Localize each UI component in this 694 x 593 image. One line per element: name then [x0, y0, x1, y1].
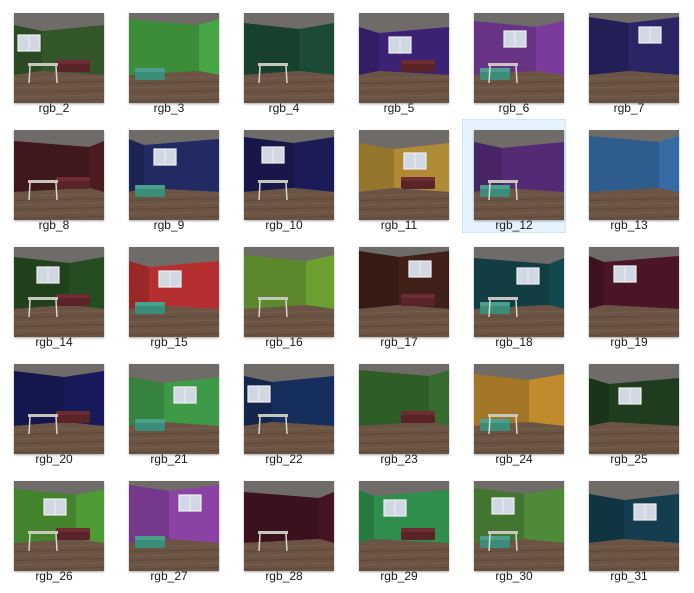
file-item[interactable]: rgb_21: [117, 353, 221, 467]
image-thumbnail[interactable]: [14, 130, 104, 220]
image-thumbnail[interactable]: [589, 13, 679, 103]
image-thumbnail[interactable]: [129, 130, 219, 220]
image-thumbnail[interactable]: [474, 13, 564, 103]
file-item[interactable]: rgb_3: [117, 2, 221, 116]
image-thumbnail[interactable]: [14, 13, 104, 103]
file-item[interactable]: rgb_12: [462, 119, 566, 233]
file-item[interactable]: rgb_27: [117, 470, 221, 584]
file-name-label[interactable]: rgb_16: [232, 335, 336, 349]
image-thumbnail[interactable]: [244, 130, 334, 220]
file-name-label[interactable]: rgb_17: [347, 335, 451, 349]
file-name-label[interactable]: rgb_5: [347, 101, 451, 115]
image-thumbnail[interactable]: [359, 481, 449, 571]
file-name-label[interactable]: rgb_22: [232, 452, 336, 466]
file-name-label[interactable]: rgb_18: [462, 335, 566, 349]
file-item[interactable]: rgb_6: [462, 2, 566, 116]
file-item[interactable]: rgb_14: [2, 236, 106, 350]
file-item[interactable]: rgb_28: [232, 470, 336, 584]
file-name-label[interactable]: rgb_9: [117, 218, 221, 232]
image-thumbnail[interactable]: [359, 247, 449, 337]
file-item[interactable]: rgb_19: [577, 236, 681, 350]
file-name-label[interactable]: rgb_23: [347, 452, 451, 466]
file-name-label[interactable]: rgb_7: [577, 101, 681, 115]
image-thumbnail[interactable]: [589, 481, 679, 571]
file-name-label[interactable]: rgb_24: [462, 452, 566, 466]
file-item[interactable]: rgb_4: [232, 2, 336, 116]
image-thumbnail[interactable]: [244, 364, 334, 454]
file-item[interactable]: rgb_26: [2, 470, 106, 584]
file-item[interactable]: rgb_13: [577, 119, 681, 233]
file-item[interactable]: rgb_23: [347, 353, 451, 467]
file-item[interactable]: rgb_11: [347, 119, 451, 233]
file-item[interactable]: rgb_22: [232, 353, 336, 467]
image-thumbnail[interactable]: [359, 364, 449, 454]
file-name-label[interactable]: rgb_25: [577, 452, 681, 466]
image-thumbnail[interactable]: [474, 247, 564, 337]
file-item[interactable]: rgb_29: [347, 470, 451, 584]
file-name-label[interactable]: rgb_31: [577, 569, 681, 583]
file-item[interactable]: rgb_31: [577, 470, 681, 584]
file-name-label[interactable]: rgb_26: [2, 569, 106, 583]
file-name-label[interactable]: rgb_20: [2, 452, 106, 466]
file-name-label[interactable]: rgb_4: [232, 101, 336, 115]
file-item[interactable]: rgb_25: [577, 353, 681, 467]
image-thumbnail[interactable]: [129, 364, 219, 454]
image-thumbnail[interactable]: [129, 13, 219, 103]
file-item[interactable]: rgb_20: [2, 353, 106, 467]
image-thumbnail[interactable]: [14, 247, 104, 337]
file-name-label[interactable]: rgb_2: [2, 101, 106, 115]
image-thumbnail[interactable]: [359, 13, 449, 103]
image-thumbnail[interactable]: [14, 364, 104, 454]
image-thumbnail[interactable]: [589, 130, 679, 220]
image-thumbnail[interactable]: [244, 481, 334, 571]
image-thumbnail[interactable]: [474, 130, 564, 220]
file-item[interactable]: rgb_17: [347, 236, 451, 350]
file-item[interactable]: rgb_9: [117, 119, 221, 233]
image-thumbnail[interactable]: [474, 481, 564, 571]
file-name-label[interactable]: rgb_11: [347, 218, 451, 232]
image-thumbnail[interactable]: [589, 247, 679, 337]
file-name-label[interactable]: rgb_12: [463, 218, 565, 232]
file-item[interactable]: rgb_24: [462, 353, 566, 467]
file-item[interactable]: rgb_8: [2, 119, 106, 233]
image-thumbnail[interactable]: [14, 481, 104, 571]
image-thumbnail[interactable]: [589, 364, 679, 454]
file-name-label[interactable]: rgb_8: [2, 218, 106, 232]
image-thumbnail[interactable]: [129, 247, 219, 337]
file-thumbnail-grid: rgb_2 rgb_3 rgb_4 rgb_5 rgb_6 rgb_7 rgb_8 rgb_9…: [0, 0, 694, 593]
file-name-label[interactable]: rgb_3: [117, 101, 221, 115]
file-item[interactable]: rgb_2: [2, 2, 106, 116]
file-item[interactable]: rgb_18: [462, 236, 566, 350]
file-name-label[interactable]: rgb_19: [577, 335, 681, 349]
file-name-label[interactable]: rgb_15: [117, 335, 221, 349]
file-item[interactable]: rgb_7: [577, 2, 681, 116]
file-name-label[interactable]: rgb_6: [462, 101, 566, 115]
file-name-label[interactable]: rgb_14: [2, 335, 106, 349]
file-item[interactable]: rgb_16: [232, 236, 336, 350]
file-item[interactable]: rgb_15: [117, 236, 221, 350]
image-thumbnail[interactable]: [474, 364, 564, 454]
file-item[interactable]: rgb_10: [232, 119, 336, 233]
file-item[interactable]: rgb_30: [462, 470, 566, 584]
file-name-label[interactable]: rgb_10: [232, 218, 336, 232]
file-name-label[interactable]: rgb_21: [117, 452, 221, 466]
file-name-label[interactable]: rgb_30: [462, 569, 566, 583]
file-item[interactable]: rgb_5: [347, 2, 451, 116]
file-name-label[interactable]: rgb_27: [117, 569, 221, 583]
image-thumbnail[interactable]: [244, 13, 334, 103]
image-thumbnail[interactable]: [244, 247, 334, 337]
file-name-label[interactable]: rgb_13: [577, 218, 681, 232]
file-name-label[interactable]: rgb_29: [347, 569, 451, 583]
image-thumbnail[interactable]: [359, 130, 449, 220]
image-thumbnail[interactable]: [129, 481, 219, 571]
file-name-label[interactable]: rgb_28: [232, 569, 336, 583]
